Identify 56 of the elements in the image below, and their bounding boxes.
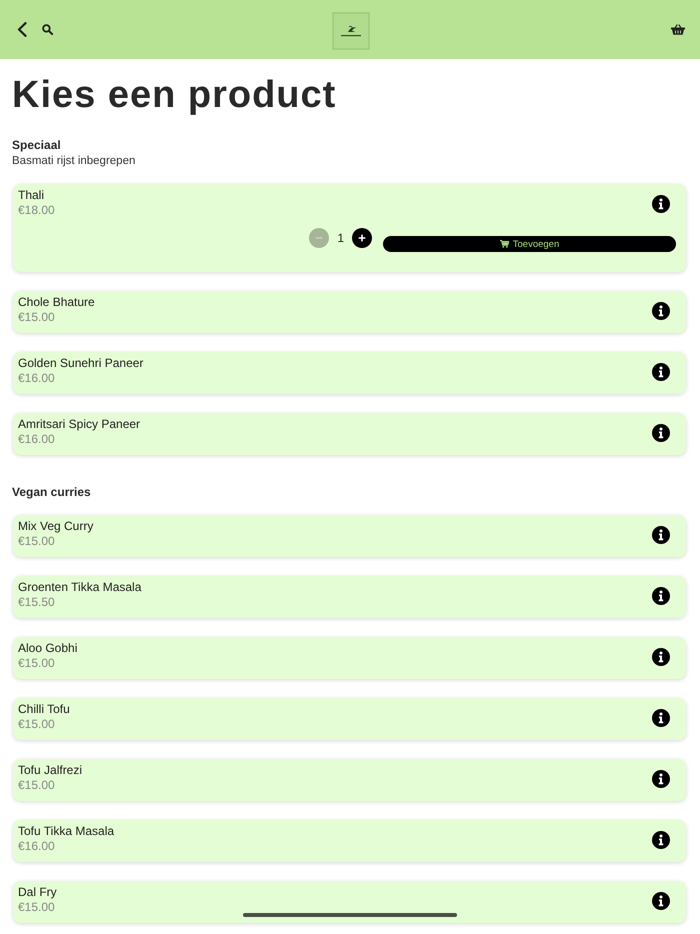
product-card[interactable]: Aloo Gobhi €15.00: [13, 637, 686, 679]
product-name: Dal Fry: [18, 885, 57, 900]
product-name: Aloo Gobhi: [18, 641, 78, 656]
page-title: Kies een product: [12, 73, 338, 117]
product-card[interactable]: Thali €18.00 1 Toevoegen: [13, 184, 686, 272]
quantity-value: 1: [337, 230, 344, 247]
info-icon[interactable]: [652, 831, 670, 849]
product-price: €15.50: [18, 595, 55, 610]
product-card[interactable]: Tofu Jalfrezi €15.00: [13, 759, 686, 801]
product-name: Chole Bhature: [18, 295, 95, 310]
product-name: Mix Veg Curry: [18, 519, 94, 534]
product-name: Amritsari Spicy Paneer: [18, 417, 140, 432]
info-icon[interactable]: [652, 770, 670, 788]
info-icon[interactable]: [652, 648, 670, 666]
search-icon[interactable]: [42, 24, 53, 35]
product-price: €16.00: [18, 371, 55, 386]
product-card[interactable]: Dal Fry €15.00: [13, 881, 686, 923]
product-card[interactable]: Chole Bhature €15.00: [13, 291, 686, 333]
info-icon[interactable]: [652, 709, 670, 727]
add-to-cart-button[interactable]: Toevoegen: [383, 236, 676, 252]
product-card[interactable]: Mix Veg Curry €15.00: [13, 515, 686, 557]
product-price: €18.00: [18, 203, 55, 218]
basket-icon[interactable]: [671, 24, 685, 35]
product-price: €15.00: [18, 900, 55, 915]
info-icon[interactable]: [652, 526, 670, 544]
product-card[interactable]: Groenten Tikka Masala €15.50: [13, 576, 686, 618]
product-name: Golden Sunehri Paneer: [18, 356, 144, 371]
product-price: €15.00: [18, 656, 55, 671]
product-name: Tofu Jalfrezi: [18, 763, 82, 778]
info-icon[interactable]: [652, 363, 670, 381]
info-icon[interactable]: [652, 892, 670, 910]
product-price: €16.00: [18, 432, 55, 447]
product-price: €15.00: [18, 534, 55, 549]
section-title: Vegan curries: [12, 484, 91, 500]
info-icon[interactable]: [652, 587, 670, 605]
product-name: Chilli Tofu: [18, 702, 70, 717]
product-card[interactable]: Chilli Tofu €15.00: [13, 698, 686, 740]
product-price: €15.00: [18, 717, 55, 732]
product-card[interactable]: Tofu Tikka Masala €16.00: [13, 820, 686, 862]
product-card[interactable]: Golden Sunehri Paneer €16.00: [13, 352, 686, 394]
logo-icon[interactable]: [332, 12, 370, 50]
section-subtitle: Basmati rijst inbegrepen: [12, 154, 136, 169]
info-icon[interactable]: [652, 302, 670, 320]
back-chevron-icon[interactable]: [17, 22, 27, 37]
product-name: Thali: [18, 188, 44, 203]
product-name: Tofu Tikka Masala: [18, 824, 114, 839]
plus-icon[interactable]: [352, 228, 372, 248]
product-card[interactable]: Amritsari Spicy Paneer €16.00: [13, 413, 686, 455]
info-icon[interactable]: [652, 195, 670, 213]
product-price: €15.00: [18, 310, 55, 325]
info-icon[interactable]: [652, 424, 670, 442]
section-title: Speciaal: [12, 137, 61, 153]
cart-icon: [500, 240, 509, 248]
product-price: €16.00: [18, 839, 55, 854]
product-name: Groenten Tikka Masala: [18, 580, 142, 595]
product-price: €15.00: [18, 778, 55, 793]
